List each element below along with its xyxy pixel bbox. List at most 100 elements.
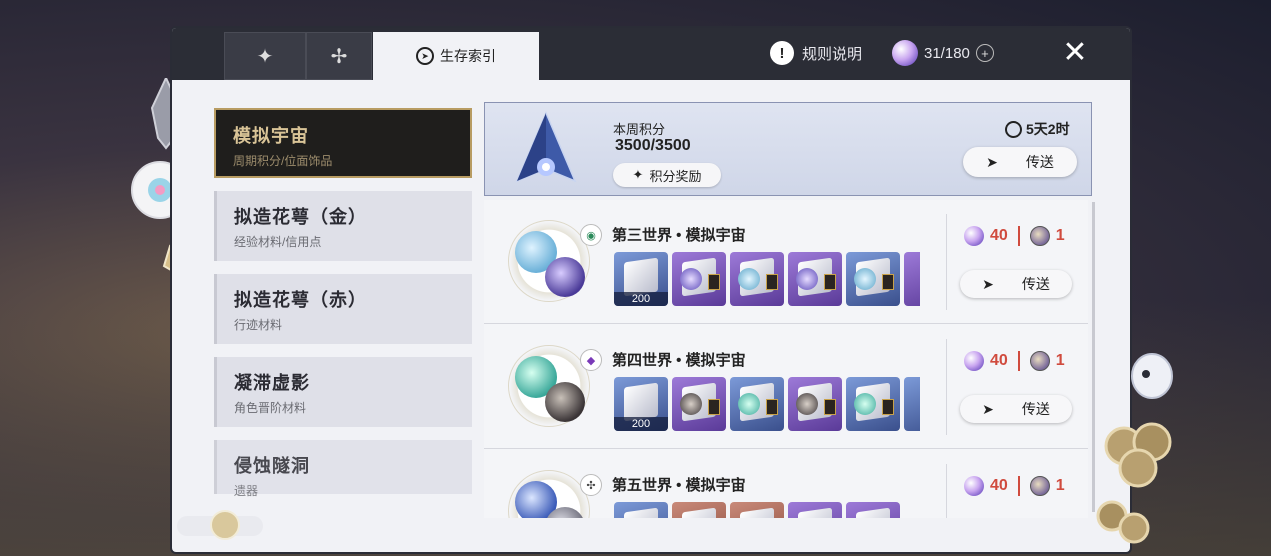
cost-separator [1017, 226, 1020, 246]
cost-power: 40 [990, 227, 1008, 244]
cost-separator [1017, 476, 1020, 496]
world-name: 第五世界 • 模拟宇宙 [612, 477, 746, 494]
cube-icon [624, 257, 658, 297]
tab-survival-index[interactable]: ➤ 生存索引 [373, 32, 539, 80]
link-rope-icon [545, 257, 585, 297]
reward-item-relic[interactable] [788, 502, 842, 518]
emblem-badge-icon [210, 510, 240, 540]
gem-icon [738, 393, 760, 415]
reset-timer-value: 5天2时 [1026, 121, 1070, 137]
list-item-world-3[interactable]: ◉ 第三世界 • 模拟宇宙 200 40 1 ➤ 传送 [484, 200, 1088, 324]
reward-item-relic[interactable] [672, 252, 726, 306]
reward-qty: 200 [614, 292, 668, 306]
slot-icon [766, 274, 778, 290]
gem-icon [796, 393, 818, 415]
sidebar-item-simulated-universe[interactable]: 模拟宇宙 周期积分/位面饰品 [214, 108, 472, 178]
tab-survival-index-label: 生存索引 [440, 48, 496, 64]
teleport-button[interactable]: ➤ 传送 [960, 270, 1072, 298]
gem-icon [854, 268, 876, 290]
list-item-world-4[interactable]: ◆ 第四世界 • 模拟宇宙 200 40 1 ➤ 传送 [484, 325, 1088, 449]
teleport-label: 传送 [1021, 401, 1050, 417]
run-cost: 40 1 [964, 476, 1065, 496]
sparkle-icon: ✦ [632, 167, 644, 182]
add-stamina-button[interactable]: + [975, 44, 994, 62]
reward-item-relic[interactable] [730, 377, 784, 431]
star-diamond-icon: ✦ [256, 45, 274, 68]
reward-item-relic[interactable] [730, 502, 784, 518]
reward-item-exp[interactable]: 200 [614, 252, 668, 306]
cube-icon [740, 507, 774, 518]
crosshair-icon: ✢ [330, 45, 348, 68]
divider [946, 464, 947, 518]
world-emblem [508, 220, 590, 302]
trailblaze-power-icon [964, 351, 984, 371]
cube-icon [624, 507, 658, 518]
points-reward-button[interactable]: ✦ 积分奖励 [613, 163, 721, 187]
teleport-button[interactable]: ➤ 传送 [960, 395, 1072, 423]
category-sidebar: 模拟宇宙 周期积分/位面饰品 拟造花萼（金） 经验材料/信用点 拟造花萼（赤） … [214, 108, 472, 507]
reward-item-exp[interactable] [614, 502, 668, 518]
trailblaze-power-icon [964, 226, 984, 246]
slot-icon [824, 274, 836, 290]
reward-item-relic[interactable] [788, 377, 842, 431]
compass-icon: ➤ [416, 47, 434, 65]
reward-item-relic[interactable] [904, 252, 920, 306]
reward-item-relic[interactable] [672, 377, 726, 431]
world-name: 第四世界 • 模拟宇宙 [612, 352, 746, 369]
reward-item-relic[interactable] [846, 377, 900, 431]
navigation-arrow-icon: ➤ [982, 275, 994, 292]
rules-label: 规则说明 [802, 45, 863, 63]
rules-button[interactable]: ! 规则说明 [770, 41, 862, 65]
pyramid-icon [515, 111, 577, 183]
physical-element-icon: ✣ [580, 474, 602, 496]
divider [946, 339, 947, 435]
survival-index-panel: ✦ ✢ ➤ 生存索引 ! 规则说明 31/180 + ✕ 模拟宇宙 周期积分/位… [172, 28, 1130, 552]
sidebar-item-title: 拟造花萼（赤） [234, 290, 367, 310]
cube-icon [682, 507, 716, 518]
weekly-points-value: 3500/3500 [615, 137, 691, 154]
list-item-world-5[interactable]: ✣ 第五世界 • 模拟宇宙 40 1 [484, 450, 1088, 518]
tab-star[interactable]: ✦ [224, 32, 306, 80]
cube-icon [624, 382, 658, 422]
sidebar-item-title: 凝滞虚影 [234, 373, 310, 393]
cost-separator [1017, 351, 1020, 371]
reward-item-relic[interactable] [672, 502, 726, 518]
top-bar: ✦ ✢ ➤ 生存索引 ! 规则说明 31/180 + ✕ [172, 28, 1130, 80]
gem-icon [680, 268, 702, 290]
run-cost: 40 1 [964, 226, 1065, 246]
gem-icon [854, 393, 876, 415]
sidebar-item-sub: 周期积分/位面饰品 [233, 154, 333, 168]
tab-crosshair[interactable]: ✢ [306, 32, 372, 80]
imaginary-element-icon: ◆ [580, 349, 602, 371]
divider [946, 214, 947, 310]
sidebar-item-calyx-crimson[interactable]: 拟造花萼（赤） 行迹材料 [214, 274, 472, 344]
cube-icon [798, 507, 832, 518]
navigation-arrow-icon: ➤ [982, 400, 994, 417]
world-list[interactable]: ◉ 第三世界 • 模拟宇宙 200 40 1 ➤ 传送 ◆ 第四世界 • 模拟宇… [484, 200, 1088, 518]
reward-item-relic[interactable] [788, 252, 842, 306]
points-reward-label: 积分奖励 [649, 168, 702, 184]
close-button[interactable]: ✕ [1060, 38, 1090, 68]
run-cost: 40 1 [964, 351, 1065, 371]
reward-item-exp[interactable]: 200 [614, 377, 668, 431]
immersifier-icon [1029, 226, 1050, 246]
wind-element-icon: ◉ [580, 224, 602, 246]
sidebar-item-title: 侵蚀隧洞 [234, 456, 310, 476]
cost-item: 1 [1055, 477, 1065, 494]
reset-timer: 5天2时 [1005, 119, 1070, 139]
teleport-label: 传送 [1025, 154, 1054, 170]
reward-item-relic[interactable] [904, 377, 920, 431]
sidebar-item-sub: 经验材料/信用点 [234, 235, 322, 249]
stamina-counter: 31/180 + [892, 40, 994, 66]
navigation-arrow-icon: ➤ [986, 153, 998, 170]
immersifier-icon [1029, 351, 1050, 371]
reward-item-relic[interactable] [846, 502, 900, 518]
teleport-button[interactable]: ➤ 传送 [963, 147, 1077, 177]
slot-icon [882, 399, 894, 415]
sidebar-item-cavern-of-corrosion[interactable]: 侵蚀隧洞 遗器 [214, 440, 472, 498]
slot-icon [766, 399, 778, 415]
sidebar-item-stagnant-shadow[interactable]: 凝滞虚影 角色晋阶材料 [214, 357, 472, 427]
reward-item-relic[interactable] [730, 252, 784, 306]
reward-item-relic[interactable] [846, 252, 900, 306]
sidebar-item-calyx-gold[interactable]: 拟造花萼（金） 经验材料/信用点 [214, 191, 472, 261]
